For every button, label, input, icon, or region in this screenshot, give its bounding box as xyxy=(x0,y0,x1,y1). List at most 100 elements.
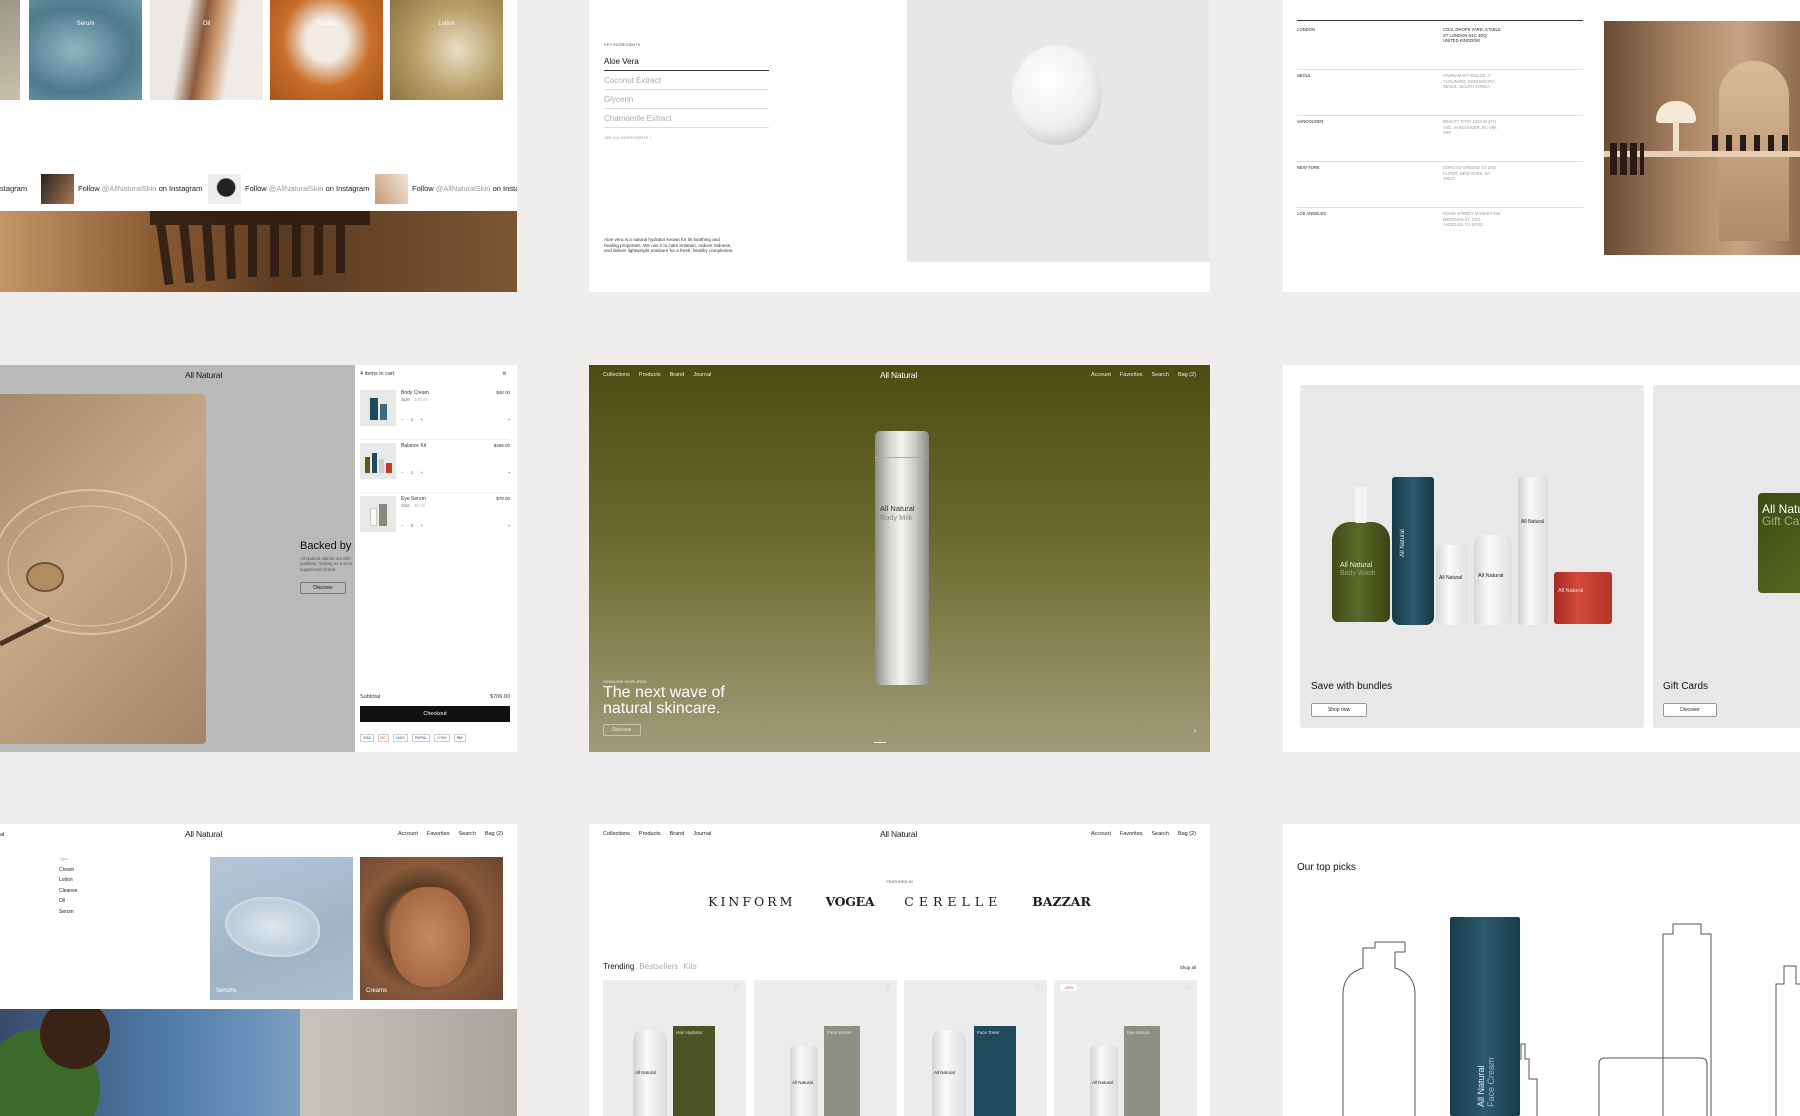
ingredient-item-active[interactable]: Aloe Vera xyxy=(604,55,769,71)
follow-text: Follow @AllNaturalSkin on Instagram xyxy=(245,184,370,193)
shop-all-link[interactable]: Shop all xyxy=(1180,965,1196,970)
nav-search[interactable]: Search xyxy=(1152,372,1169,378)
lamp-shade xyxy=(1656,101,1696,123)
remove-item-icon[interactable]: ▪ xyxy=(508,523,510,529)
instagram-marquee[interactable]: stagram Follow @AllNaturalSkin on Instag… xyxy=(0,172,517,204)
gel-puddle xyxy=(225,897,320,957)
product-card[interactable]: ♡ All Natural Hair Hydrator xyxy=(603,980,746,1116)
remove-item-icon[interactable]: ▪ xyxy=(508,417,510,423)
quantity-stepper[interactable]: −1 + xyxy=(401,470,423,477)
type-label: Type xyxy=(59,856,68,861)
tile-left-partial[interactable] xyxy=(0,0,20,100)
product-box: Hair Hydrator xyxy=(673,1026,715,1116)
nav-products[interactable]: Products xyxy=(639,831,661,837)
nav-search[interactable]: Search xyxy=(459,831,476,837)
card-trending: Collections Products Brand Journal All N… xyxy=(589,824,1210,1116)
store-row[interactable]: SEOUL HANNAM-RO WOLGE, 7 YUSUN-RO, DONGM… xyxy=(1297,70,1583,116)
nav-favorites[interactable]: Favorites xyxy=(1120,831,1143,837)
product-bottle: All Natural xyxy=(1090,1046,1118,1116)
discover-button[interactable]: Discover xyxy=(300,582,346,594)
tab-trending[interactable]: Trending xyxy=(603,962,634,971)
ingredient-item[interactable]: Glycerin xyxy=(604,90,769,109)
nav-collections[interactable]: Collections xyxy=(603,831,630,837)
close-icon[interactable]: × xyxy=(502,369,507,378)
nav-bag[interactable]: Bag (2) xyxy=(1178,372,1196,378)
creams-tile[interactable]: Creams xyxy=(360,857,503,1000)
serums-tile[interactable]: Serums xyxy=(210,857,353,1000)
checkout-button[interactable]: Checkout xyxy=(360,706,510,722)
tile-serum[interactable]: Serum xyxy=(29,0,142,100)
brand-logo[interactable]: All Natural xyxy=(185,829,222,839)
cart-item-thumb[interactable] xyxy=(360,496,396,532)
gpay-icon: G PAY xyxy=(434,734,450,742)
aloe-drop-image xyxy=(907,0,1210,262)
nav-bag[interactable]: Bag (2) xyxy=(1178,831,1196,837)
ingredient-item[interactable]: Chamomile Extract xyxy=(604,109,769,128)
person-shape-right xyxy=(300,1009,517,1116)
tab-kits[interactable]: Kits xyxy=(683,962,696,971)
favorite-heart-icon[interactable]: ♡ xyxy=(885,984,891,992)
remove-item-icon[interactable]: ▪ xyxy=(508,470,510,476)
favorite-heart-icon[interactable]: ♡ xyxy=(734,984,740,992)
nav-favorites[interactable]: Favorites xyxy=(1120,372,1143,378)
tile-label: Serums xyxy=(216,988,237,994)
nav-bag[interactable]: Bag (2) xyxy=(485,831,503,837)
slider-indicator[interactable] xyxy=(874,742,886,743)
nav-account[interactable]: Account xyxy=(1091,372,1111,378)
nav-account[interactable]: Account xyxy=(398,831,418,837)
tile-label: Oil xyxy=(202,21,211,27)
tile-lotion[interactable]: Lotion xyxy=(390,0,503,100)
pump-head xyxy=(1355,487,1367,523)
shop-now-button[interactable]: Shop now xyxy=(1311,703,1367,717)
cart-item-thumb[interactable] xyxy=(360,390,396,426)
cart-item-thumb[interactable] xyxy=(360,443,396,479)
nav-products[interactable]: Products xyxy=(639,372,661,378)
see-all-ingredients-link[interactable]: SEE ALL INGREDIENTS + xyxy=(604,135,769,140)
product-card[interactable]: -20% ♡ All Natural Eye Serum xyxy=(1054,980,1197,1116)
nav-brand[interactable]: Brand xyxy=(670,831,685,837)
tab-bestsellers[interactable]: Bestsellers xyxy=(639,962,678,971)
quantity-stepper[interactable]: −1 + xyxy=(401,417,423,424)
product-card[interactable]: ♡ All Natural Face Serum xyxy=(754,980,897,1116)
type-cleanse[interactable]: Cleanse xyxy=(59,886,77,897)
favorite-heart-icon[interactable]: ♡ xyxy=(1035,984,1041,992)
store-city: VANCOUVER xyxy=(1297,119,1324,124)
nav-journal[interactable]: Journal xyxy=(693,831,711,837)
brand-logo[interactable]: All Natural xyxy=(185,370,222,380)
brand-logo[interactable]: All Natural xyxy=(880,829,917,839)
nav-favorites[interactable]: Favorites xyxy=(427,831,450,837)
nav-collections[interactable]: Collections xyxy=(603,372,630,378)
tile-oil[interactable]: Oil xyxy=(150,0,263,100)
gift-discover-button[interactable]: Discover xyxy=(1663,703,1717,717)
product-card[interactable]: ♡ All Natural Face Toner xyxy=(904,980,1047,1116)
product-bottle[interactable]: All Natural Body Milk xyxy=(875,431,929,685)
ingredients-eyebrow: KEY INGREDIENTS xyxy=(604,42,641,47)
type-lotion[interactable]: Lotion xyxy=(59,875,77,886)
cream-jar: All Natural xyxy=(1554,572,1612,624)
type-oil[interactable]: Oil xyxy=(59,896,77,907)
tile-cream[interactable]: Cream xyxy=(270,0,383,100)
store-address: COAL DROPS YARD, STABLE ST LONDON N1C 4D… xyxy=(1443,27,1501,44)
nav-account[interactable]: Account xyxy=(1091,831,1111,837)
discover-button[interactable]: Discover xyxy=(603,724,641,736)
store-row[interactable]: VANCOUVER BEAUTY PATH 1234 W 4TH AVE, VA… xyxy=(1297,116,1583,162)
store-row[interactable]: NEW YORK SOHO 54 GREENE ST 2ND FLOOR, NE… xyxy=(1297,162,1583,208)
instagram-thumb xyxy=(375,174,408,204)
ingredient-item[interactable]: Coconut Extract xyxy=(604,71,769,90)
favorite-heart-icon[interactable]: ♡ xyxy=(1185,984,1191,992)
type-cream[interactable]: Cream xyxy=(59,865,77,876)
gift-card-tile[interactable]: All Natu Gift Car Gift Cards Discover xyxy=(1653,385,1800,728)
nav-brand[interactable]: Brand xyxy=(670,372,685,378)
store-row[interactable]: LOS ANGELES ROWE STREET MARKET 828 MERID… xyxy=(1297,208,1583,254)
lifestyle-image xyxy=(0,1009,517,1116)
face-cream-tube[interactable]: All Natural Face Cream xyxy=(1450,917,1520,1116)
quantity-stepper[interactable]: −2 + xyxy=(401,523,423,530)
brand-logo[interactable]: All Natural xyxy=(880,370,917,380)
type-serum[interactable]: Serum xyxy=(59,907,77,918)
next-arrow-icon[interactable]: › xyxy=(1194,728,1196,735)
store-row[interactable]: LONDON COAL DROPS YARD, STABLE ST LONDON… xyxy=(1297,24,1583,70)
nav-journal[interactable]: Journal xyxy=(693,372,711,378)
nav-search[interactable]: Search xyxy=(1152,831,1169,837)
cart-item-price: $78.00 xyxy=(496,496,510,501)
bundle-tile[interactable]: All Natural Body Wash All Natural All Na… xyxy=(1300,385,1644,728)
